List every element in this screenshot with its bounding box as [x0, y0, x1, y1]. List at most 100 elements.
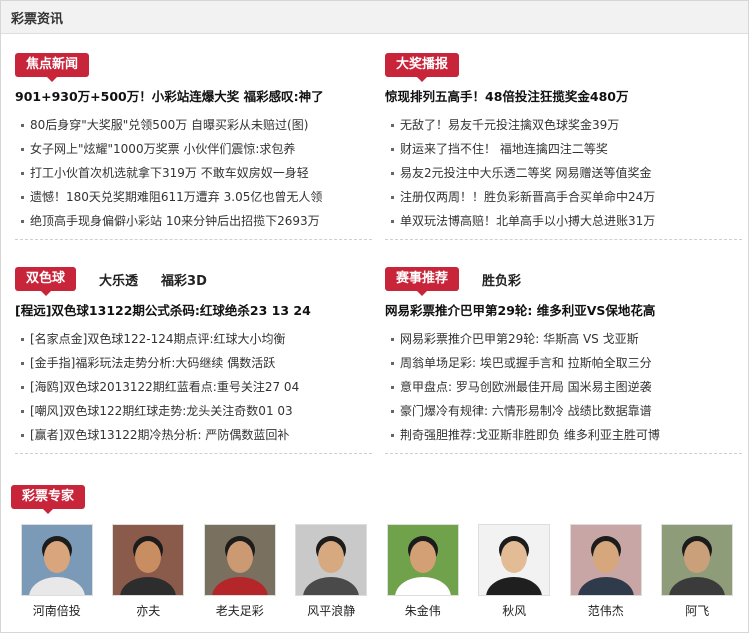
tab-big-prize[interactable]: 大奖播报: [385, 53, 460, 82]
expert-name[interactable]: 秋风: [469, 602, 561, 619]
news-link[interactable]: 绝顶高手现身偏僻小彩站 10来分钟后出招揽下2693万: [30, 214, 320, 228]
tab-welfare-3d[interactable]: 福彩3D: [161, 270, 207, 289]
match-headline[interactable]: 网易彩票推介巴甲第29轮: 维多利亚VS保地花高: [385, 301, 742, 321]
expert-name[interactable]: 阿飞: [652, 602, 744, 619]
news-link[interactable]: 80后身穿"大奖服"兑领500万 自曝买彩从未赔过(图): [30, 118, 308, 132]
news-link[interactable]: 意甲盘点: 罗马创欧洲最佳开局 国米易主图逆袭: [400, 380, 652, 394]
list-item[interactable]: 打工小伙首次机选就拿下319万 不敢车奴房奴一身轻: [15, 161, 372, 185]
portrait-image: [296, 525, 367, 595]
tab-match-recommend[interactable]: 赛事推荐: [385, 267, 460, 296]
expert-avatar[interactable]: [20, 524, 93, 596]
expert-card[interactable]: 河南倍投: [11, 524, 103, 619]
news-link[interactable]: 单双玩法博高赔！北单高手以小搏大总进账31万: [400, 214, 655, 228]
lottery-headline[interactable]: [程远]双色球13122期公式杀码:红球绝杀23 13 24: [15, 301, 372, 321]
news-link[interactable]: 网易彩票推介巴甲第29轮: 华斯高 VS 戈亚斯: [400, 332, 639, 346]
list-item[interactable]: 遗憾！180天兑奖期难阻611万遭弃 3.05亿也曾无人领: [15, 185, 372, 209]
big-prize-block: 大奖播报 惊现排列五高手！48倍投注狂揽奖金480万 无敌了！易友千元投注擒双色…: [385, 52, 742, 240]
tab-super-lotto[interactable]: 大乐透: [99, 270, 138, 289]
expert-name[interactable]: 亦夫: [103, 602, 195, 619]
list-item[interactable]: [名家点金]双色球122-124期点评:红球大小均衡: [15, 327, 372, 351]
list-item[interactable]: 无敌了！易友千元投注擒双色球奖金39万: [385, 113, 742, 137]
news-link[interactable]: [海鸥]双色球2013122期红蓝看点:重号关注27 04: [30, 380, 299, 394]
bullet-icon: [391, 124, 394, 127]
list-item[interactable]: 荆奇强胆推荐:戈亚斯非胜即负 维多利亚主胜可博: [385, 423, 742, 447]
expert-card[interactable]: 风平浪静: [286, 524, 378, 619]
lottery-list: [名家点金]双色球122-124期点评:红球大小均衡 [金手指]福彩玩法走势分析…: [15, 327, 372, 454]
expert-card[interactable]: 范伟杰: [560, 524, 652, 619]
portrait-face: [684, 541, 711, 573]
news-link[interactable]: 财运来了挡不住！ 福地连擒四注二等奖: [400, 142, 608, 156]
list-item[interactable]: 网易彩票推介巴甲第29轮: 华斯高 VS 戈亚斯: [385, 327, 742, 351]
news-link[interactable]: 无敌了！易友千元投注擒双色球奖金39万: [400, 118, 619, 132]
list-item[interactable]: 80后身穿"大奖服"兑领500万 自曝买彩从未赔过(图): [15, 113, 372, 137]
expert-avatar[interactable]: [661, 524, 734, 596]
bullet-icon: [391, 220, 394, 223]
expert-avatar[interactable]: [295, 524, 368, 596]
list-item[interactable]: [嘲风]双色球122期红球走势:龙头关注奇数01 03: [15, 399, 372, 423]
bullet-icon: [21, 410, 24, 413]
news-link[interactable]: [赢者]双色球13122期冷热分析: 严防偶数蓝回补: [30, 428, 289, 442]
bullet-icon: [391, 196, 394, 199]
portrait-face: [409, 541, 436, 573]
portrait-face: [592, 541, 619, 573]
list-item[interactable]: 意甲盘点: 罗马创欧洲最佳开局 国米易主图逆袭: [385, 375, 742, 399]
expert-card[interactable]: 亦夫: [103, 524, 195, 619]
expert-card[interactable]: 秋风: [469, 524, 561, 619]
bullet-icon: [21, 148, 24, 151]
list-item[interactable]: 注册仅两周！！胜负彩新晋高手合买单命中24万: [385, 185, 742, 209]
bullet-icon: [21, 172, 24, 175]
news-link[interactable]: 荆奇强胆推荐:戈亚斯非胜即负 维多利亚主胜可博: [400, 428, 660, 442]
expert-name[interactable]: 风平浪静: [286, 602, 378, 619]
list-item[interactable]: 周翁单场足彩: 埃巴或握手言和 拉斯帕全取三分: [385, 351, 742, 375]
expert-name[interactable]: 范伟杰: [560, 602, 652, 619]
expert-avatar[interactable]: [203, 524, 276, 596]
list-item[interactable]: 女子网上"炫耀"1000万奖票 小伙伴们震惊:求包养: [15, 137, 372, 161]
tab-focus-news[interactable]: 焦点新闻: [15, 53, 90, 82]
list-item[interactable]: [金手指]福彩玩法走势分析:大码继续 偶数活跃: [15, 351, 372, 375]
news-link[interactable]: 遗憾！180天兑奖期难阻611万遭弃 3.05亿也曾无人领: [30, 190, 322, 204]
tab-experts[interactable]: 彩票专家: [11, 485, 86, 514]
list-item[interactable]: 豪门爆冷有规律: 六情形易制冷 战绩比数据靠谱: [385, 399, 742, 423]
experts-header: 彩票专家: [11, 485, 86, 514]
news-link[interactable]: 周翁单场足彩: 埃巴或握手言和 拉斯帕全取三分: [400, 356, 652, 370]
news-link[interactable]: 易友2元投注中大乐透二等奖 网易赠送等值奖金: [400, 166, 651, 180]
news-link[interactable]: [金手指]福彩玩法走势分析:大码继续 偶数活跃: [30, 356, 275, 370]
expert-avatar[interactable]: [478, 524, 551, 596]
news-link[interactable]: 打工小伙首次机选就拿下319万 不敢车奴房奴一身轻: [30, 166, 309, 180]
expert-avatar[interactable]: [386, 524, 459, 596]
focus-headline[interactable]: 901+930万+500万！小彩站连爆大奖 福彩感叹:神了: [15, 87, 372, 107]
news-link[interactable]: 女子网上"炫耀"1000万奖票 小伙伴们震惊:求包养: [30, 142, 295, 156]
expert-avatar[interactable]: [112, 524, 185, 596]
list-item[interactable]: 财运来了挡不住！ 福地连擒四注二等奖: [385, 137, 742, 161]
news-link[interactable]: 豪门爆冷有规律: 六情形易制冷 战绩比数据靠谱: [400, 404, 652, 418]
list-item[interactable]: [海鸥]双色球2013122期红蓝看点:重号关注27 04: [15, 375, 372, 399]
tab-double-color-ball[interactable]: 双色球: [15, 267, 77, 296]
list-item[interactable]: 单双玩法博高赔！北单高手以小搏大总进账31万: [385, 209, 742, 233]
expert-name[interactable]: 老夫足彩: [194, 602, 286, 619]
list-item[interactable]: [赢者]双色球13122期冷热分析: 严防偶数蓝回补: [15, 423, 372, 447]
list-item[interactable]: 绝顶高手现身偏僻小彩站 10来分钟后出招揽下2693万: [15, 209, 372, 233]
bullet-icon: [391, 386, 394, 389]
bullet-icon: [21, 196, 24, 199]
expert-name[interactable]: 河南倍投: [11, 602, 103, 619]
news-link[interactable]: 注册仅两周！！胜负彩新晋高手合买单命中24万: [400, 190, 655, 204]
expert-name[interactable]: 朱金伟: [377, 602, 469, 619]
tab-win-lose[interactable]: 胜负彩: [482, 270, 521, 289]
big-prize-headline[interactable]: 惊现排列五高手！48倍投注狂揽奖金480万: [385, 87, 742, 107]
bullet-icon: [21, 124, 24, 127]
portrait-face: [43, 541, 70, 573]
expert-card[interactable]: 老夫足彩: [194, 524, 286, 619]
focus-news-tabs: 焦点新闻: [15, 52, 372, 82]
expert-avatar[interactable]: [569, 524, 642, 596]
lottery-news-panel: 彩票资讯 焦点新闻 901+930万+500万！小彩站连爆大奖 福彩感叹:神了 …: [0, 0, 749, 633]
lottery-block: 双色球 大乐透 福彩3D [程远]双色球13122期公式杀码:红球绝杀23 13…: [15, 266, 372, 454]
news-link[interactable]: [嘲风]双色球122期红球走势:龙头关注奇数01 03: [30, 404, 293, 418]
panel-header: 彩票资讯: [1, 1, 748, 34]
news-link[interactable]: [名家点金]双色球122-124期点评:红球大小均衡: [30, 332, 286, 346]
experts-list: 河南倍投 亦夫 老夫足彩 风平浪静 朱金伟 秋风 范伟杰 阿飞: [11, 524, 743, 619]
expert-card[interactable]: 朱金伟: [377, 524, 469, 619]
bullet-icon: [21, 434, 24, 437]
bullet-icon: [391, 172, 394, 175]
list-item[interactable]: 易友2元投注中大乐透二等奖 网易赠送等值奖金: [385, 161, 742, 185]
expert-card[interactable]: 阿飞: [652, 524, 744, 619]
